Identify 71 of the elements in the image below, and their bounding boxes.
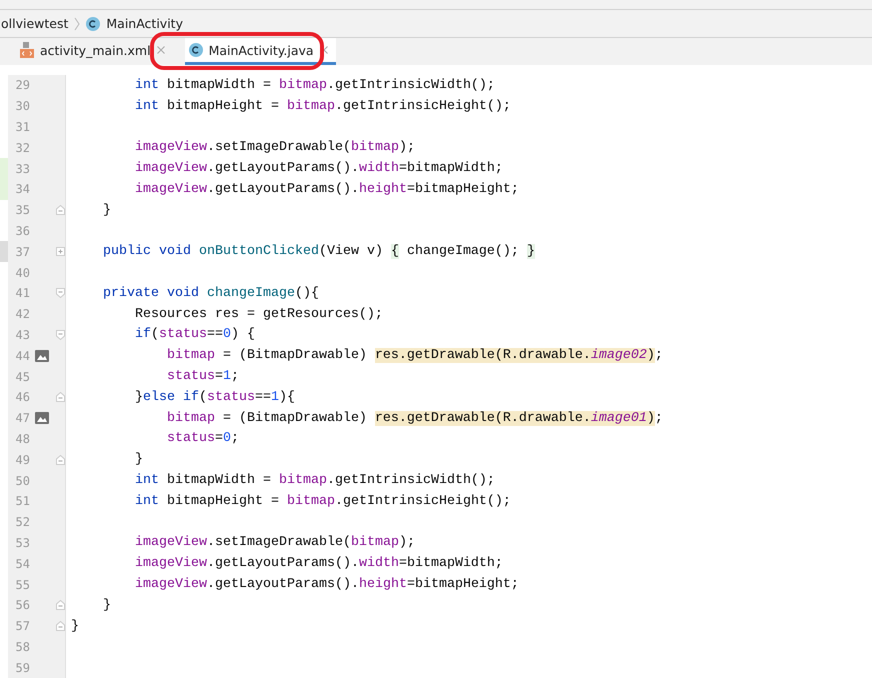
code-line: }else if(status==1){ xyxy=(134,390,295,405)
line-number: 36 xyxy=(14,224,30,238)
editor-tab[interactable]: MainActivity.java xyxy=(184,38,336,65)
fold-marker-icon[interactable] xyxy=(56,621,65,632)
code-line: } xyxy=(134,452,143,468)
editor-tab[interactable]: activity_main.xml xyxy=(16,38,173,65)
line-number: 44 xyxy=(14,348,30,363)
code-line: imageView.getLayoutParams().height=bitmapHeight; xyxy=(134,577,519,592)
breadcrumb-item[interactable]: MainActivity xyxy=(106,16,183,31)
code-line: int bitmapHeight = bitmap.getIntrinsicHeight(); xyxy=(134,98,511,114)
image-icon xyxy=(35,412,49,424)
code-line: imageView.setImageDrawable(bitmap); xyxy=(134,535,415,550)
code-line: } xyxy=(71,618,79,634)
line-number: 54 xyxy=(14,556,30,571)
code-line: status=1; xyxy=(166,369,239,384)
code-line: private void changeImage(){ xyxy=(102,286,319,301)
line-number: 31 xyxy=(14,120,30,134)
code-line: int bitmapHeight = bitmap.getIntrinsicHeight(); xyxy=(134,494,511,509)
code-line: if(status==0) { xyxy=(134,327,255,342)
fold-marker-icon[interactable] xyxy=(56,330,65,340)
fold-marker-icon[interactable] xyxy=(56,205,65,216)
code-line: public void onButtonClicked(View v) { changeImage(); } xyxy=(102,244,535,260)
code-line: int bitmapWidth = bitmap.getIntrinsicWidth(); xyxy=(134,78,495,93)
line-number: 43 xyxy=(14,328,30,342)
class-icon xyxy=(188,43,203,57)
code-line: bitmap = (BitmapDrawable) res.getDrawable(R.drawable.image02); xyxy=(166,348,663,364)
xml-file-icon xyxy=(20,42,34,58)
line-number: 55 xyxy=(14,578,30,592)
breadcrumb-item[interactable]: ollviewtest xyxy=(1,16,68,31)
expand-marker-icon[interactable] xyxy=(56,247,65,256)
fold-marker-icon[interactable] xyxy=(56,288,65,298)
line-number: 40 xyxy=(14,266,30,280)
line-number: 30 xyxy=(14,99,30,114)
class-icon xyxy=(86,16,100,30)
line-number: 52 xyxy=(14,515,30,530)
line-number: 46 xyxy=(14,390,30,404)
code-line: imageView.getLayoutParams().width=bitmapWidth; xyxy=(134,161,503,176)
fold-marker-icon[interactable] xyxy=(56,392,65,402)
line-number: 33 xyxy=(14,162,30,176)
line-number: 32 xyxy=(14,140,30,155)
line-number: 35 xyxy=(14,203,30,218)
fold-marker-icon[interactable] xyxy=(56,454,65,465)
line-number: 58 xyxy=(14,640,30,654)
line-number: 50 xyxy=(14,474,30,488)
line-number: 42 xyxy=(14,307,30,322)
image-icon xyxy=(35,350,49,362)
code-line: bitmap = (BitmapDrawable) res.getDrawable(R.drawable.image01); xyxy=(166,410,663,426)
line-number: 41 xyxy=(14,286,30,300)
line-number: 48 xyxy=(14,432,30,446)
code-line: int bitmapWidth = bitmap.getIntrinsicWidth(); xyxy=(134,473,495,488)
line-number: 45 xyxy=(14,370,30,384)
line-number: 53 xyxy=(14,536,30,550)
code-line: imageView.getLayoutParams().height=bitmapHeight; xyxy=(134,182,519,197)
code-line: imageView.setImageDrawable(bitmap); xyxy=(134,140,415,156)
line-number: 34 xyxy=(14,182,30,196)
code-line: status=0; xyxy=(166,431,239,446)
code-line: } xyxy=(102,598,111,613)
line-number: 51 xyxy=(14,494,30,508)
line-number: 49 xyxy=(14,452,30,467)
chevron-icon xyxy=(74,16,80,30)
line-number: 47 xyxy=(14,411,30,426)
code-line: Resources res = getResources(); xyxy=(134,306,383,322)
fold-marker-icon[interactable] xyxy=(56,600,65,610)
line-number: 56 xyxy=(14,598,30,612)
close-icon[interactable] xyxy=(156,46,165,54)
line-number: 57 xyxy=(14,619,30,634)
code-line: imageView.getLayoutParams().width=bitmapWidth; xyxy=(134,556,503,572)
line-number: 59 xyxy=(14,660,30,675)
line-number: 29 xyxy=(14,78,30,92)
line-number: 37 xyxy=(14,244,30,259)
code-line: } xyxy=(102,202,111,218)
